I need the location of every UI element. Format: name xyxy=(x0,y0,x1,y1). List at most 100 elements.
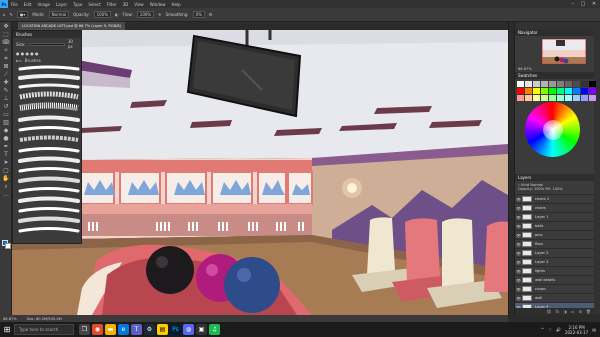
zoom-tool-icon[interactable]: ⌕ xyxy=(2,183,10,190)
brush-size-slider[interactable] xyxy=(28,42,65,46)
menu-layer[interactable]: Layer xyxy=(53,2,70,7)
color-swatch[interactable] xyxy=(525,88,532,94)
color-swatch[interactable] xyxy=(565,88,572,94)
color-swatch[interactable] xyxy=(541,81,548,87)
visibility-eye-icon[interactable]: 👁 xyxy=(515,206,522,211)
smoothing-settings-icon[interactable]: ⚙ xyxy=(209,12,213,17)
navigator-zoom[interactable]: 66.67% xyxy=(518,67,532,71)
discord-icon[interactable]: ◍ xyxy=(183,324,194,335)
layer-opacity-value[interactable]: 100% xyxy=(534,187,544,191)
menu-image[interactable]: Image xyxy=(34,2,53,7)
menu-edit[interactable]: Edit xyxy=(21,2,35,7)
layer-row[interactable]: 👁 lights xyxy=(515,267,594,276)
airbrush-icon[interactable]: ✈ xyxy=(158,12,161,17)
color-swatch[interactable] xyxy=(517,81,524,87)
mode-select[interactable]: Normal xyxy=(48,11,70,18)
healing-brush-tool-icon[interactable]: ✚ xyxy=(2,79,10,86)
color-swatch[interactable] xyxy=(557,88,564,94)
color-swatch[interactable] xyxy=(565,95,572,101)
taskbar-clock[interactable]: 2:16 PM 2022-03-17 xyxy=(565,325,588,335)
color-swatch[interactable] xyxy=(541,88,548,94)
color-swatch[interactable] xyxy=(533,95,540,101)
color-swatch[interactable] xyxy=(589,88,596,94)
network-icon[interactable]: ⌔ xyxy=(548,327,552,333)
crop-tool-icon[interactable]: ⌗ xyxy=(2,55,10,62)
layer-row[interactable]: 👁 Layer 3 xyxy=(515,258,594,267)
visibility-eye-icon[interactable]: 👁 xyxy=(515,278,522,283)
menu-filter[interactable]: Filter xyxy=(104,2,120,7)
status-zoom[interactable]: 66.67% xyxy=(3,317,17,321)
photoshop-taskbar-icon[interactable]: Ps xyxy=(170,324,181,335)
pressure-opacity-icon[interactable]: ◐ xyxy=(115,12,119,17)
blur-tool-icon[interactable]: ◆ xyxy=(2,127,10,134)
color-swatch[interactable] xyxy=(573,81,580,87)
visibility-eye-icon[interactable]: 👁 xyxy=(515,287,522,292)
link-layers-icon[interactable]: ⛓ xyxy=(546,309,551,314)
quick-select-tool-icon[interactable]: ✧ xyxy=(2,47,10,54)
clone-stamp-tool-icon[interactable]: ⊥ xyxy=(2,95,10,102)
windows-start-icon[interactable]: ⊞ xyxy=(0,322,14,337)
more-tools-icon[interactable]: … xyxy=(2,191,10,198)
new-group-icon[interactable]: ▭ xyxy=(571,309,575,314)
visibility-eye-icon[interactable]: 👁 xyxy=(515,224,522,229)
lasso-tool-icon[interactable]: ↂ xyxy=(2,39,10,46)
color-swatch[interactable] xyxy=(573,95,580,101)
menu-type[interactable]: Type xyxy=(70,2,85,7)
menu-select[interactable]: Select xyxy=(85,2,103,7)
visibility-eye-icon[interactable]: 👁 xyxy=(515,260,522,265)
visibility-eye-icon[interactable]: 👁 xyxy=(515,215,522,220)
hand-tool-icon[interactable]: ✋ xyxy=(2,175,10,182)
file-explorer-icon[interactable]: ▬ xyxy=(105,324,116,335)
layer-row[interactable]: 👁 crown xyxy=(515,285,594,294)
visibility-eye-icon[interactable]: 👁 xyxy=(515,251,522,256)
tray-chevron-icon[interactable]: ^ xyxy=(541,327,544,332)
brush-tool-icon[interactable]: ✎ xyxy=(2,87,10,94)
navigator-thumbnail[interactable] xyxy=(542,39,586,64)
color-swatch[interactable] xyxy=(589,95,596,101)
layers-panel-title[interactable]: Layers xyxy=(515,174,594,181)
visibility-eye-icon[interactable]: 👁 xyxy=(515,233,522,238)
history-brush-tool-icon[interactable]: ↺ xyxy=(2,103,10,110)
color-swatch[interactable] xyxy=(573,88,580,94)
marquee-tool-icon[interactable]: ⬚ xyxy=(2,31,10,38)
sticky-notes-icon[interactable]: ▤ xyxy=(157,324,168,335)
color-swatch[interactable] xyxy=(581,95,588,101)
teams-icon[interactable]: T xyxy=(131,324,142,335)
color-swatch[interactable] xyxy=(533,81,540,87)
home-icon[interactable]: ⌂ xyxy=(3,12,6,17)
color-swatch[interactable] xyxy=(517,95,524,101)
smoothing-field[interactable]: 0% xyxy=(192,11,205,18)
color-swatch[interactable] xyxy=(589,81,596,87)
color-swatch[interactable] xyxy=(549,81,556,87)
task-view-icon[interactable]: ❐ xyxy=(79,324,90,335)
maximize-button[interactable]: □ xyxy=(578,0,588,8)
brush-tool-icon[interactable]: ✎ xyxy=(10,12,13,17)
layer-row[interactable]: 👁 chairs xyxy=(515,204,594,213)
photoshop-app-icon[interactable]: Ps xyxy=(0,0,8,8)
move-tool-icon[interactable]: ✥ xyxy=(2,23,10,30)
color-swatch[interactable] xyxy=(565,81,572,87)
edge-icon[interactable]: e xyxy=(118,324,129,335)
layer-row[interactable]: 👁 wall details xyxy=(515,276,594,285)
visibility-eye-icon[interactable]: 👁 xyxy=(515,269,522,274)
color-swatch[interactable] xyxy=(549,88,556,94)
color-swatch[interactable] xyxy=(525,95,532,101)
menu-file[interactable]: File xyxy=(8,2,21,7)
document-tab[interactable]: LOCATION ARCADE LEFT.psd @ 66.7% (Layer … xyxy=(18,22,126,30)
color-swatch[interactable] xyxy=(581,88,588,94)
new-layer-icon[interactable]: ⊞ xyxy=(579,309,582,314)
color-swatch[interactable] xyxy=(533,88,540,94)
background-color-swatch[interactable] xyxy=(5,243,11,249)
visibility-eye-icon[interactable]: 👁 xyxy=(515,197,522,202)
minimize-button[interactable]: – xyxy=(568,0,578,8)
notifications-icon[interactable]: ▤ xyxy=(592,327,596,332)
eyedropper-tool-icon[interactable]: ⟋ xyxy=(2,71,10,78)
layer-row[interactable]: 👁 chairs 2 xyxy=(515,195,594,204)
app-icon-generic[interactable]: ▣ xyxy=(196,324,207,335)
brush-group-row[interactable]: ▸▭ Brushes xyxy=(13,57,81,64)
frame-tool-icon[interactable]: ⊠ xyxy=(2,63,10,70)
brush-preset-picker[interactable]: ●▾ xyxy=(16,11,29,18)
color-swatch[interactable] xyxy=(517,88,524,94)
close-button[interactable]: ✕ xyxy=(589,0,599,8)
spotify-icon[interactable]: ♫ xyxy=(209,324,220,335)
